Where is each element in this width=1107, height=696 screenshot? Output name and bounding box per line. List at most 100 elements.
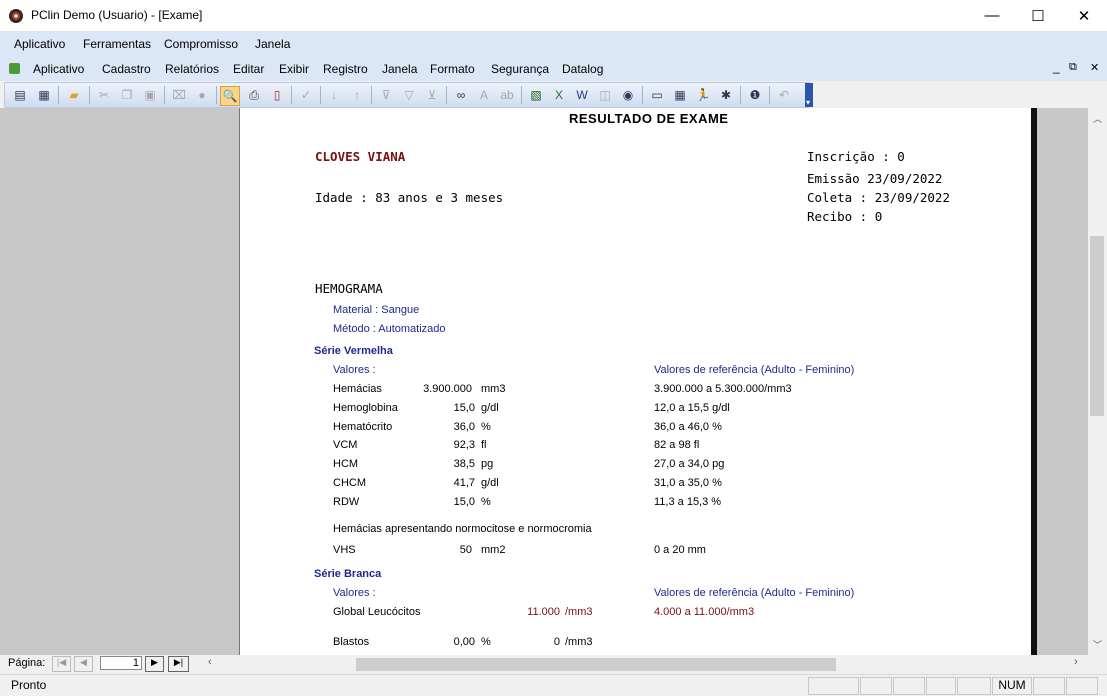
access-icon[interactable]: ◫ <box>596 86 614 104</box>
print-preview-icon[interactable]: 🔍 <box>220 86 240 106</box>
first-page-icon[interactable]: |◀ <box>52 656 71 672</box>
find-user-icon[interactable]: ● <box>193 86 211 104</box>
blastos-abs-unit: /mm3 <box>565 636 593 648</box>
undo-icon[interactable]: ↶ <box>775 86 793 104</box>
menu2-datalog[interactable]: Datalog <box>562 62 603 76</box>
menu-compromisso[interactable]: Compromisso <box>164 37 238 51</box>
menu2-janela[interactable]: Janela <box>382 62 417 76</box>
row-name: Hematócrito <box>333 421 393 433</box>
menu2-formato[interactable]: Formato <box>430 62 475 76</box>
row-name: Hemácias <box>333 383 382 395</box>
toolbar-separator <box>446 86 447 104</box>
vertical-scroll-thumb[interactable] <box>1090 236 1104 416</box>
menu2-registro[interactable]: Registro <box>323 62 368 76</box>
binoculars-icon[interactable]: ∞ <box>452 86 470 104</box>
book-icon[interactable]: ▭ <box>648 86 666 104</box>
vhs-name: VHS <box>333 544 356 556</box>
patient-name: CLOVES VIANA <box>315 149 406 164</box>
menu2-exibir[interactable]: Exibir <box>279 62 309 76</box>
database-icon[interactable]: ◉ <box>619 86 637 104</box>
menu-aplicativo[interactable]: Aplicativo <box>14 37 65 51</box>
copy-icon[interactable]: ❐ <box>118 86 136 104</box>
spellcheck-icon[interactable]: ✓ <box>297 86 315 104</box>
toolbar-overflow-button[interactable]: ▾ <box>805 83 813 107</box>
row-value: 36,0 <box>453 421 475 433</box>
excel-export-icon[interactable]: X <box>550 86 568 104</box>
menu2-seguranca[interactable]: Segurança <box>491 62 549 76</box>
datasheet-view-icon[interactable]: ▦ <box>35 86 53 104</box>
status-cell <box>808 677 859 695</box>
toolbar-separator <box>58 86 59 104</box>
new-record-icon[interactable]: ✱ <box>717 86 735 104</box>
pdf-icon[interactable]: ▯ <box>268 86 286 104</box>
menu2-relatorios[interactable]: Relatórios <box>165 62 219 76</box>
row-value: 15,0 <box>453 402 475 414</box>
row-ref: 82 a 98 fl <box>654 439 700 451</box>
mdi-restore-button[interactable]: ⧉ <box>1069 61 1077 74</box>
blastos-name: Blastos <box>333 636 370 648</box>
page-number-input[interactable] <box>100 656 142 670</box>
prev-page-icon[interactable]: ◀ <box>74 656 93 672</box>
num-lock-indicator: NUM <box>992 677 1032 695</box>
sort-desc-icon[interactable]: ↑ <box>348 86 366 104</box>
menu2-aplicativo[interactable]: Aplicativo <box>33 62 84 76</box>
cut-icon[interactable]: ✂ <box>95 86 113 104</box>
toolbar-separator <box>216 86 217 104</box>
calculator-icon[interactable]: ▦ <box>671 86 689 104</box>
print-icon[interactable]: ⎙ <box>245 86 263 104</box>
status-cell <box>1066 677 1098 695</box>
toolbar-separator <box>89 86 90 104</box>
format-painter-icon[interactable]: ⌧ <box>170 86 188 104</box>
filter-icon[interactable]: ▽ <box>400 86 418 104</box>
maximize-button[interactable]: ☐ <box>1015 0 1061 31</box>
page-navigator: Página: |◀ ◀ ▶ ▶| <box>0 655 200 673</box>
menu2-cadastro[interactable]: Cadastro <box>102 62 151 76</box>
inscricao: Inscrição : 0 <box>807 149 905 164</box>
row-unit: mm3 <box>481 383 506 395</box>
row-name: CHCM <box>333 477 366 489</box>
menu-ferramentas[interactable]: Ferramentas <box>83 37 151 51</box>
horizontal-scroll-thumb[interactable] <box>356 658 836 671</box>
runner-icon[interactable]: 🏃 <box>694 86 712 104</box>
help-icon[interactable]: ❶ <box>746 86 764 104</box>
valores-label: Valores : <box>333 364 376 376</box>
mdi-minimize-button[interactable]: _ <box>1053 60 1060 74</box>
find-next-icon[interactable]: A <box>475 86 493 104</box>
last-page-icon[interactable]: ▶| <box>168 656 189 672</box>
status-cell <box>860 677 892 695</box>
leuco-ref: 4.000 a 11.000/mm3 <box>654 606 755 618</box>
scroll-left-icon[interactable]: ‹ <box>208 656 212 668</box>
sort-asc-icon[interactable]: ↓ <box>325 86 343 104</box>
paste-icon[interactable]: ▣ <box>141 86 159 104</box>
vhs-ref: 0 a 20 mm <box>654 544 706 556</box>
app-logo-icon <box>8 8 24 24</box>
menu2-editar[interactable]: Editar <box>233 62 264 76</box>
scroll-down-icon[interactable]: ﹀ <box>1093 638 1102 651</box>
toolbar-separator <box>291 86 292 104</box>
child-menu-bar: Aplicativo Cadastro Relatórios Editar Ex… <box>0 57 1107 81</box>
report-workspace: RESULTADO DE EXAME CLOVES VIANA Idade : … <box>0 108 1088 655</box>
ref-label: Valores de referência (Adulto - Feminino… <box>654 364 855 376</box>
menu-janela[interactable]: Janela <box>255 37 290 51</box>
serie-vermelha-note: Hemácias apresentando normocitose e norm… <box>333 523 592 535</box>
close-button[interactable]: ✕ <box>1061 0 1107 31</box>
row-ref: 27,0 a 34,0 pg <box>654 458 725 470</box>
leuco-name: Global Leucócitos <box>333 606 421 618</box>
mail-merge-icon[interactable]: W <box>573 86 591 104</box>
blastos-abs: 0 <box>553 636 560 648</box>
next-page-icon[interactable]: ▶ <box>145 656 164 672</box>
scroll-right-icon[interactable]: › <box>1074 656 1078 668</box>
form-icon <box>9 63 20 74</box>
status-bar: Pronto NUM <box>0 674 1107 696</box>
open-folder-icon[interactable]: ▰ <box>65 86 83 104</box>
minimize-button[interactable]: — <box>969 0 1015 31</box>
filter-selection-icon[interactable]: ⊽ <box>377 86 395 104</box>
remove-filter-icon[interactable]: ⊻ <box>423 86 441 104</box>
word-export-icon[interactable]: ▧ <box>527 86 545 104</box>
replace-icon[interactable]: ab <box>498 86 516 104</box>
row-unit: pg <box>481 458 494 470</box>
scroll-up-icon[interactable]: ︿ <box>1093 112 1102 125</box>
toolbar-separator <box>521 86 522 104</box>
form-view-icon[interactable]: ▤ <box>11 86 29 104</box>
mdi-close-button[interactable]: ✕ <box>1090 61 1099 74</box>
